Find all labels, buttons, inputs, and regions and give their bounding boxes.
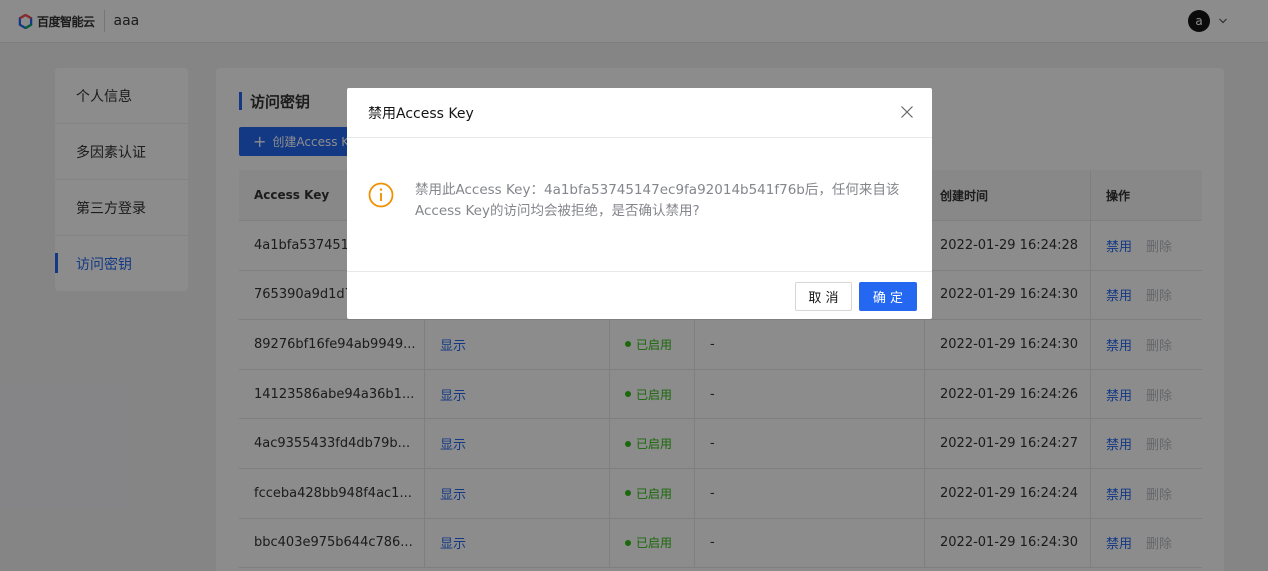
cancel-button[interactable]: 取 消: [795, 282, 852, 311]
close-icon[interactable]: [900, 105, 914, 119]
confirm-button[interactable]: 确 定: [859, 282, 917, 311]
dialog-body: 禁用此Access Key：4a1bfa53745147ec9fa92014b5…: [368, 180, 908, 222]
warning-icon: [368, 182, 394, 208]
disable-key-dialog: 禁用Access Key 禁用此Access Key：4a1bfa5374514…: [347, 88, 932, 319]
dialog-message: 禁用此Access Key：4a1bfa53745147ec9fa92014b5…: [415, 182, 900, 219]
dialog-title: 禁用Access Key: [347, 88, 932, 138]
dialog-footer: 取 消 确 定: [347, 271, 932, 319]
